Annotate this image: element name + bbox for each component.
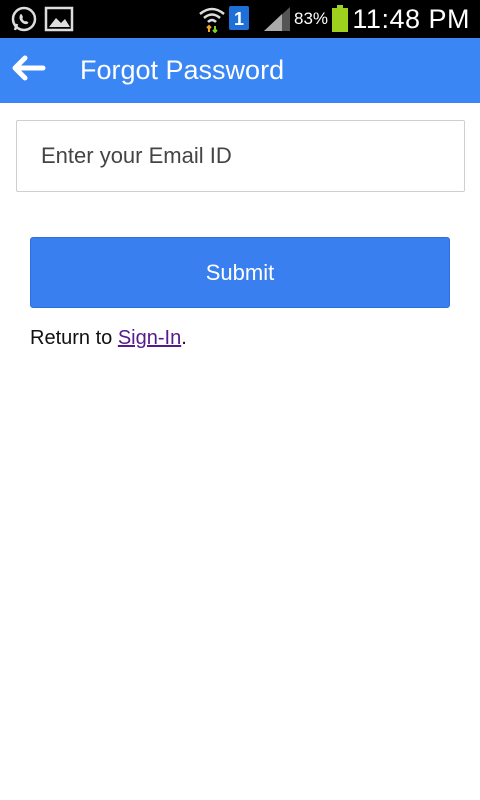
submit-button-label: Submit bbox=[205, 259, 275, 285]
back-button[interactable] bbox=[8, 52, 48, 88]
arrow-left-icon bbox=[10, 54, 46, 87]
submit-button[interactable]: Submit bbox=[30, 237, 450, 308]
gallery-icon bbox=[44, 5, 74, 38]
whatsapp-icon bbox=[10, 5, 38, 38]
notification-badge-icon: 1 bbox=[228, 5, 250, 36]
signal-icon bbox=[262, 5, 292, 38]
status-clock: 11:48 PM bbox=[352, 4, 470, 34]
battery-percent: 83% bbox=[294, 9, 329, 28]
signin-link[interactable]: Sign-In bbox=[118, 327, 181, 349]
wifi-icon bbox=[198, 5, 226, 38]
svg-text:1: 1 bbox=[234, 9, 244, 29]
email-field[interactable] bbox=[16, 120, 465, 192]
return-suffix: . bbox=[181, 327, 187, 349]
app-bar: Forgot Password bbox=[0, 38, 480, 103]
status-bar: 1 83% 11:48 PM bbox=[0, 0, 480, 38]
page-title: Forgot Password bbox=[80, 55, 285, 85]
return-prefix: Return to bbox=[30, 327, 118, 349]
battery-icon bbox=[331, 5, 349, 38]
return-to-signin-text: Return to Sign-In. bbox=[30, 326, 187, 350]
